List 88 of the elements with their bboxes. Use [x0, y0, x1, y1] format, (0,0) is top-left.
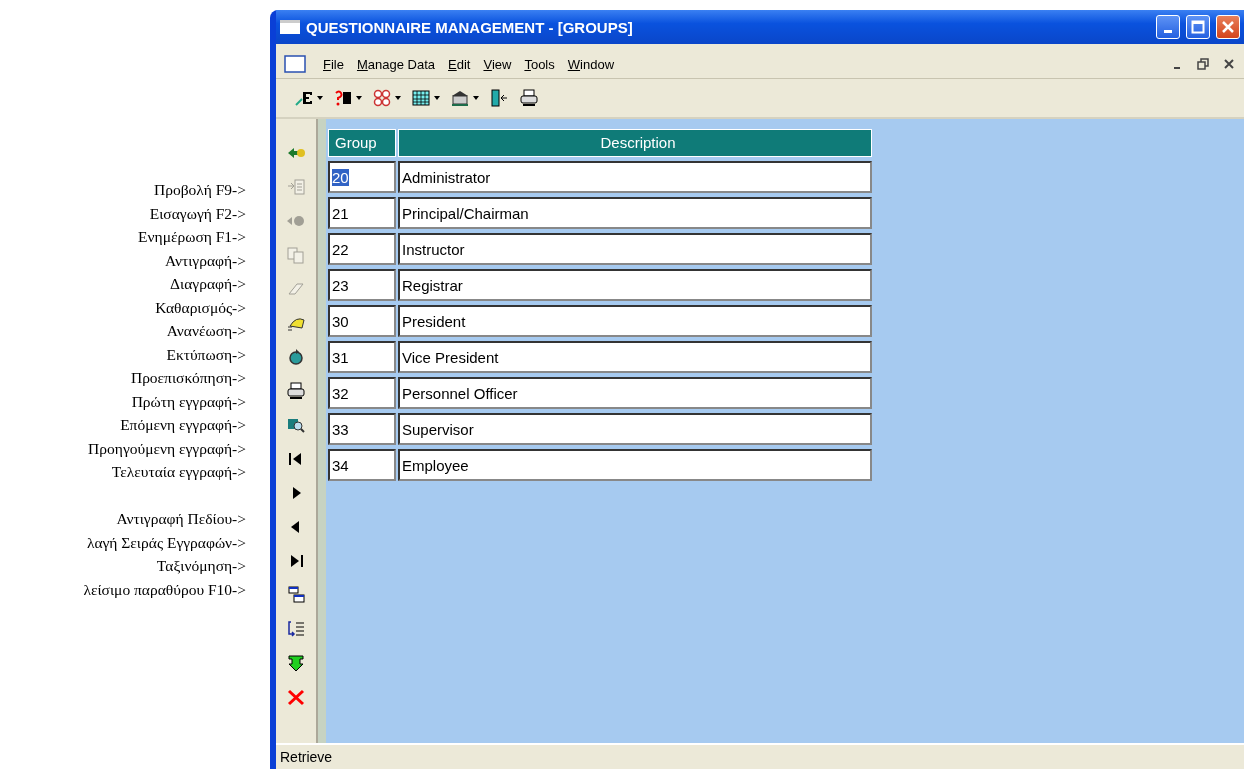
- menu-item[interactable]: File: [323, 56, 344, 72]
- close-button[interactable]: [1216, 15, 1240, 39]
- stacked-windows-icon: [286, 586, 306, 604]
- table-cell[interactable]: 23: [328, 269, 396, 301]
- shortcut-label: Πρώτη εγγραφή->: [131, 391, 246, 412]
- restore-icon: [1197, 58, 1209, 70]
- shortcut-label: Επόμενη εγγραφή->: [120, 415, 246, 435]
- menu-item[interactable]: View: [483, 56, 512, 72]
- status-text: Retrieve: [280, 749, 333, 765]
- table-cell[interactable]: Instructor: [398, 233, 872, 265]
- question-letter-icon: [333, 89, 353, 107]
- shortcut-label: Τελευταία εγγραφή->: [111, 462, 246, 482]
- wand-glyph-icon: [294, 89, 314, 107]
- column-header[interactable]: Description: [398, 129, 872, 157]
- table-cell[interactable]: Principal/Chairman: [398, 197, 872, 229]
- table-cell[interactable]: Employee: [398, 449, 872, 481]
- toolbar-button[interactable]: [285, 381, 307, 401]
- table-cell[interactable]: President: [398, 305, 872, 337]
- dropdown-caret-icon: [473, 96, 479, 100]
- table-cell[interactable]: 34: [328, 449, 396, 481]
- shortcut-label: Ταξινόμηση->: [156, 556, 246, 576]
- table-cell[interactable]: Administrator: [398, 161, 872, 193]
- shortcut-label: Προηγούμενη εγγραφή->: [88, 438, 246, 459]
- copy-icon: [286, 246, 306, 264]
- eraser-icon: [286, 280, 306, 298]
- column-header[interactable]: Group: [328, 129, 396, 157]
- document-icon: [284, 55, 306, 73]
- shortcut-label: Ανανέωση->: [166, 321, 246, 341]
- table-cell[interactable]: 21: [328, 197, 396, 229]
- refresh-icon: [286, 348, 306, 366]
- table-cell[interactable]: 32: [328, 377, 396, 409]
- arrow-down-icon: [286, 654, 306, 672]
- table-cell[interactable]: 30: [328, 305, 396, 337]
- exit-door-icon: [489, 89, 509, 107]
- toolbar-button[interactable]: [450, 89, 479, 107]
- toolbar-button[interactable]: [285, 653, 307, 673]
- shortcut-label: λαγή Σειράς Εγγραφών->: [86, 532, 246, 553]
- shortcut-label: Εισαγωγή F2->: [149, 203, 246, 224]
- minimize-icon: [1174, 67, 1180, 69]
- window-title: QUESTIONNAIRE MANAGEMENT - [GROUPS]: [306, 18, 634, 36]
- table-cell[interactable]: 20: [328, 161, 396, 193]
- toolbar-button[interactable]: [411, 89, 440, 107]
- menu-item[interactable]: Tools: [524, 56, 555, 72]
- toolbar-button[interactable]: [489, 89, 509, 107]
- shortcut-label: Προεπισκόπηση->: [130, 368, 246, 388]
- toolbar-button[interactable]: [333, 89, 362, 107]
- menu-item[interactable]: Manage Data: [356, 56, 436, 72]
- magnifier-icon: [286, 416, 306, 434]
- shortcut-label: Καθαρισμός->: [155, 297, 246, 318]
- dropdown-caret-icon: [434, 96, 440, 100]
- dropdown-caret-icon: [395, 96, 401, 100]
- table-cell[interactable]: Registrar: [398, 269, 872, 301]
- printer-icon: [286, 382, 306, 400]
- shortcut-label: λείσιμο παραθύρου F10->: [83, 579, 246, 600]
- toolbar-button[interactable]: [519, 89, 539, 107]
- building-icon: [450, 89, 470, 107]
- sort-list-icon: [286, 620, 306, 638]
- close-icon: [1223, 58, 1235, 70]
- toolbar-button[interactable]: [294, 89, 323, 107]
- close-icon: [286, 688, 306, 706]
- insert-list-icon: [286, 178, 306, 196]
- table-cell[interactable]: Supervisor: [398, 413, 872, 445]
- dropdown-caret-icon: [356, 96, 362, 100]
- dropdown-caret-icon: [317, 96, 323, 100]
- minimize-icon: [1164, 29, 1172, 33]
- shortcut-label: Εκτύπωση->: [166, 344, 246, 365]
- menu-item[interactable]: Window: [567, 56, 614, 72]
- table-cell[interactable]: 31: [328, 341, 396, 373]
- shortcut-label: Προβολή F9->: [154, 180, 246, 200]
- menu-item[interactable]: Edit: [448, 56, 471, 72]
- maximize-button[interactable]: [1186, 15, 1210, 39]
- window-icon: [280, 20, 300, 34]
- toolbar-button[interactable]: [285, 585, 307, 605]
- circles-icon: [372, 89, 392, 107]
- shortcut-label: Αντιγραφή Πεδίου->: [116, 509, 246, 529]
- printer-icon: [519, 89, 539, 107]
- shortcut-label: Ενημέρωση F1->: [138, 227, 246, 247]
- grid-table-icon: [411, 89, 431, 107]
- shortcut-label: Αντιγραφή->: [164, 250, 246, 271]
- close-icon: [1221, 20, 1235, 34]
- minimize-button[interactable]: [1156, 15, 1180, 39]
- table-cell[interactable]: Vice President: [398, 341, 872, 373]
- toolbar-button[interactable]: [372, 89, 401, 107]
- shortcut-label: Διαγραφή->: [170, 274, 246, 294]
- table-cell[interactable]: 22: [328, 233, 396, 265]
- table-cell[interactable]: Personnel Officer: [398, 377, 872, 409]
- table-cell[interactable]: 33: [328, 413, 396, 445]
- maximize-icon: [1191, 20, 1205, 34]
